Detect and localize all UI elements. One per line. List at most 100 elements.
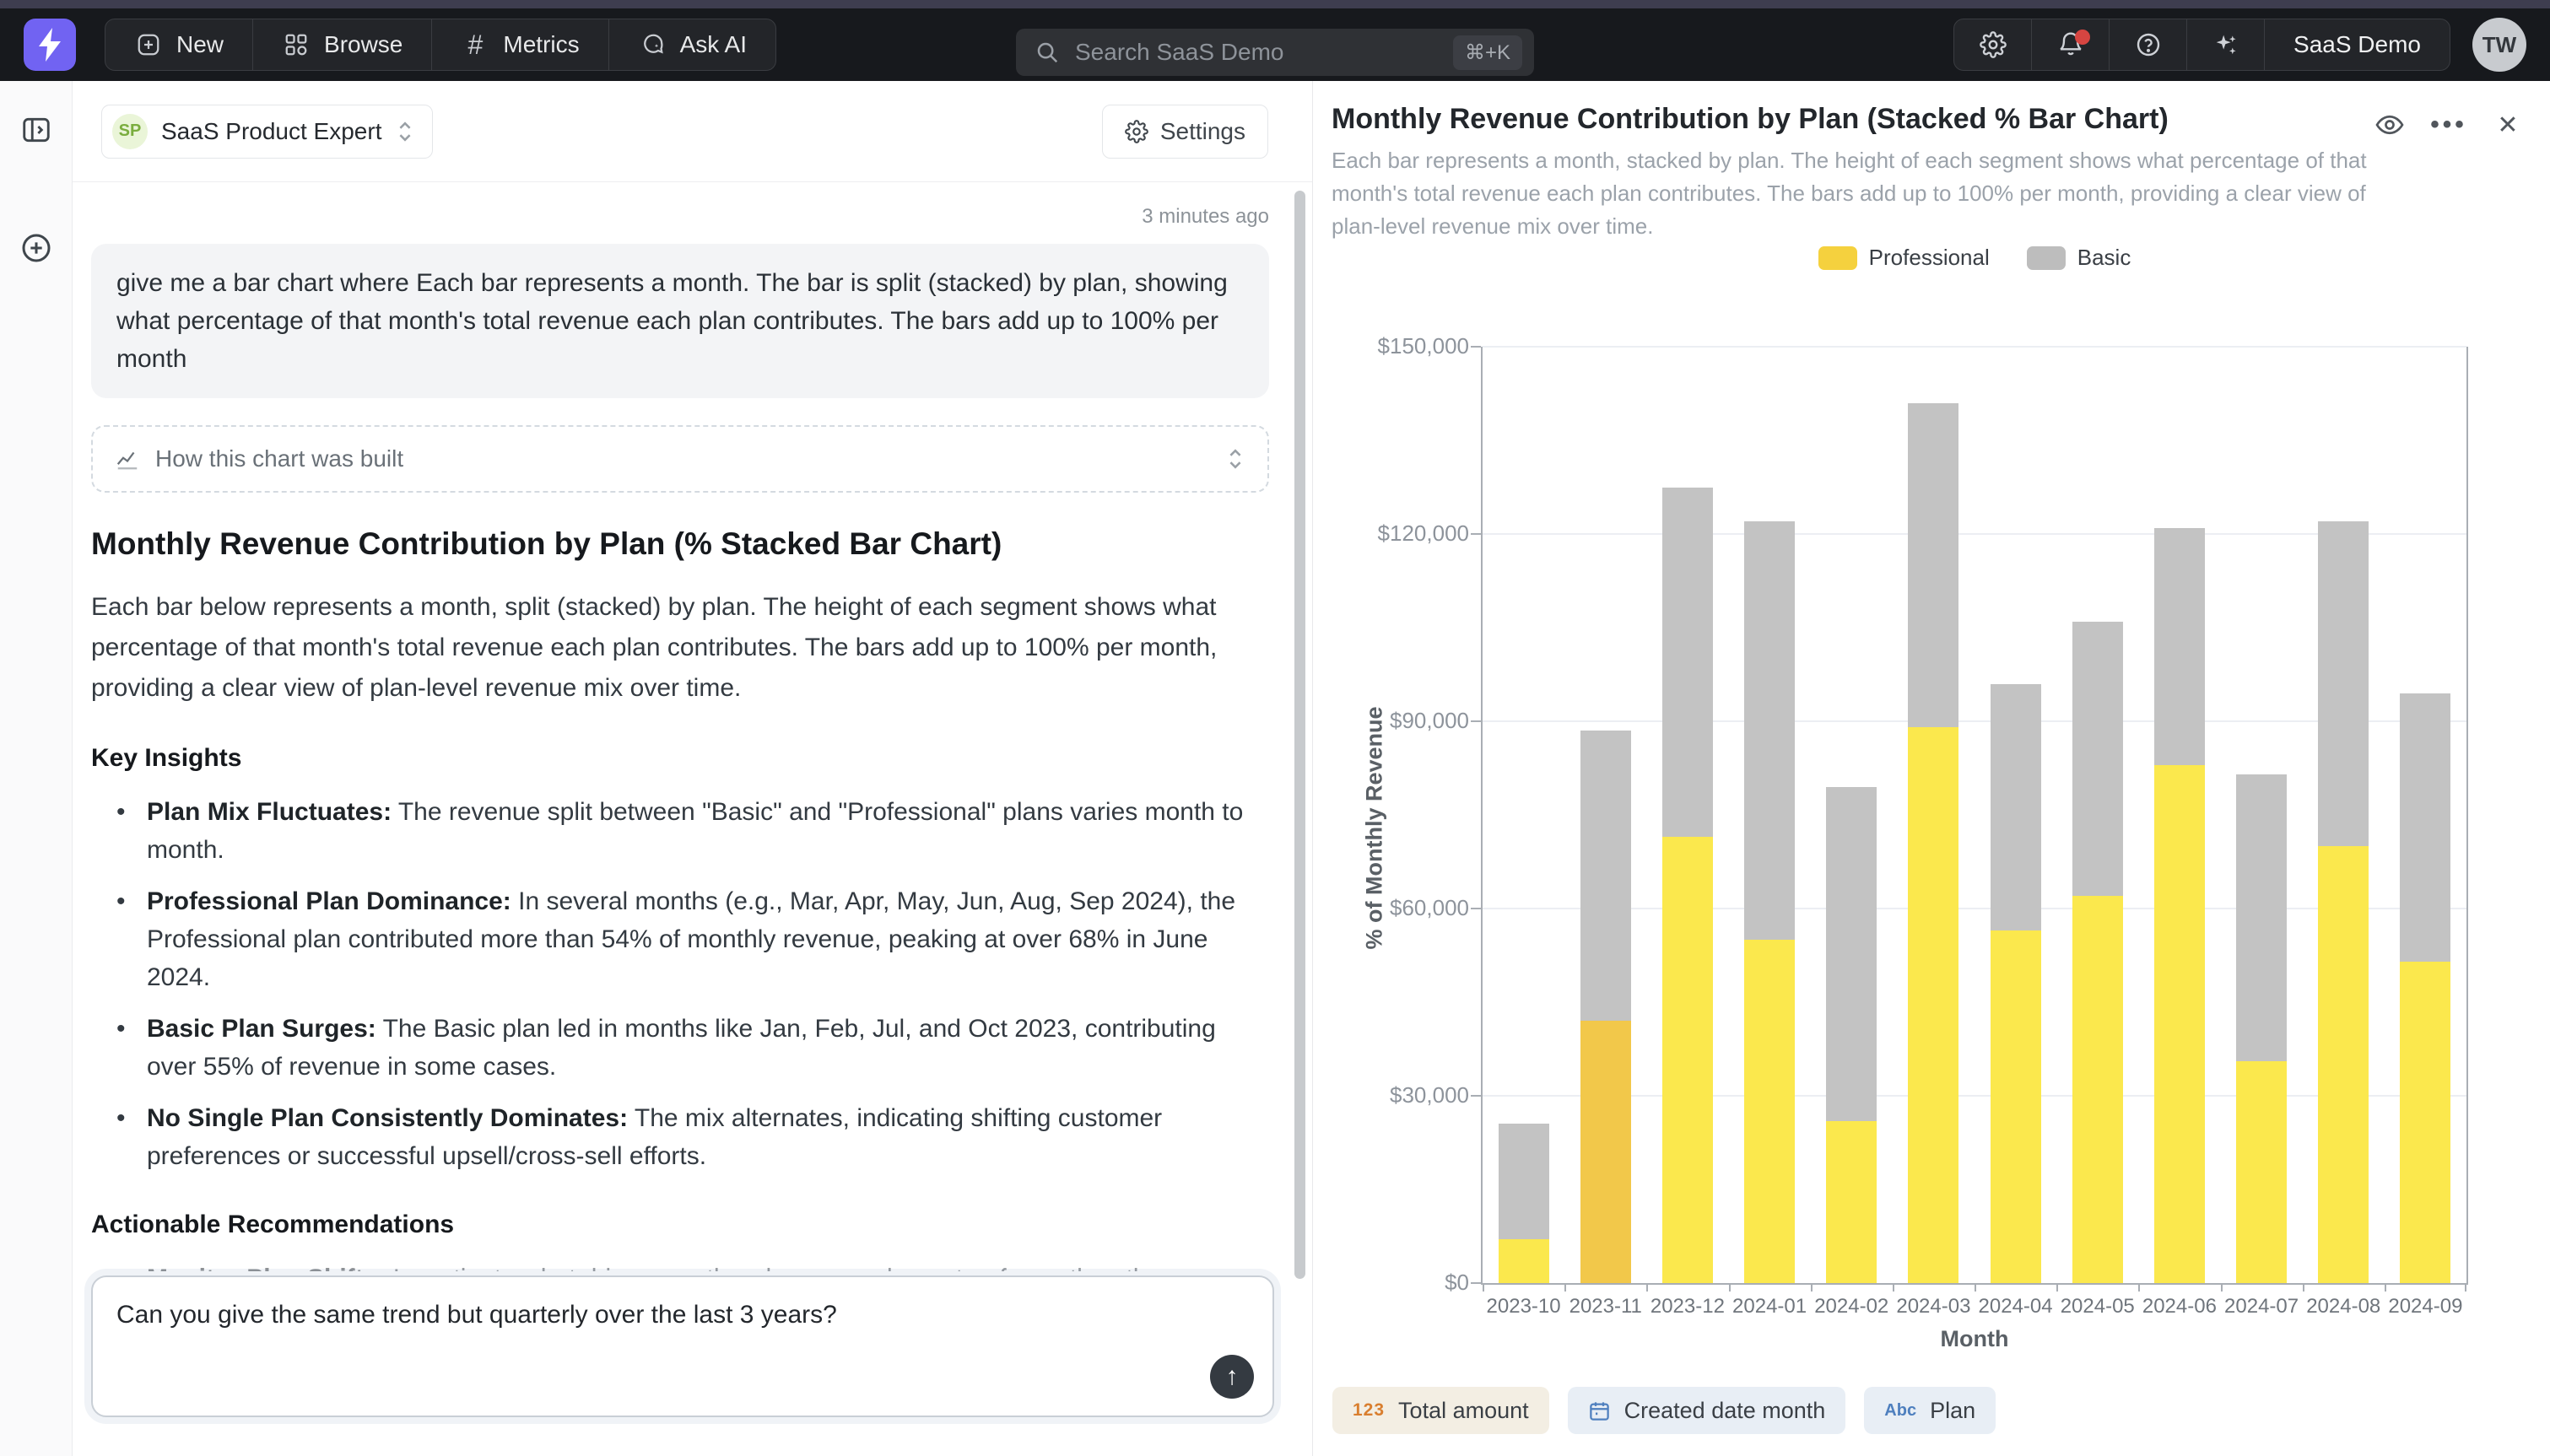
bar-segment-professional[interactable] <box>1662 837 1713 1283</box>
bar-segment-professional[interactable] <box>1908 727 1958 1283</box>
x-tick-label: 2024-02 <box>1801 1295 1902 1318</box>
insights-list: Plan Mix Fluctuates: The revenue split b… <box>91 793 1269 1175</box>
x-tick-mark <box>2303 1283 2304 1292</box>
chart-line-icon <box>115 446 140 472</box>
bar-segment-professional[interactable] <box>1499 1239 1549 1283</box>
settings-label: Settings <box>1160 118 1245 145</box>
bar-segment-basic[interactable] <box>1991 684 2041 930</box>
view-button[interactable] <box>2371 106 2408 143</box>
message-input[interactable]: Can you give the same trend but quarterl… <box>93 1277 1272 1416</box>
bar-segment-basic[interactable] <box>1826 787 1877 1121</box>
settings-gear-button[interactable] <box>1954 19 2032 70</box>
bar-segment-basic[interactable] <box>1580 731 1631 1021</box>
number-field-icon: 123 <box>1353 1400 1385 1421</box>
x-tick-mark <box>1893 1283 1894 1292</box>
agent-avatar: SP <box>112 114 148 149</box>
x-tick-mark <box>1483 1283 1484 1292</box>
field-tags: 123 Total amount Created date month Abc … <box>1332 1387 1996 1434</box>
workspace-switcher[interactable]: SaaS Demo <box>2265 19 2450 70</box>
bar-segment-basic[interactable] <box>1499 1124 1549 1239</box>
legend-label: Basic <box>2077 245 2131 271</box>
x-tick-label: 2023-11 <box>1555 1295 1656 1318</box>
bar-segment-professional[interactable] <box>1744 940 1795 1283</box>
nav-item-metrics[interactable]: # Metrics <box>432 19 608 70</box>
assistant-response: Monthly Revenue Contribution by Plan (% … <box>91 526 1269 1271</box>
sidebar-toggle-button[interactable] <box>18 111 55 148</box>
bar-segment-professional[interactable] <box>1991 930 2041 1283</box>
bar-segment-basic[interactable] <box>2400 693 2450 962</box>
help-circle-icon <box>2135 31 2162 58</box>
bar-segment-basic[interactable] <box>1662 488 1713 837</box>
nav-item-label: Ask AI <box>680 31 747 58</box>
y-tick-mark <box>1471 1282 1481 1284</box>
bar-segment-basic[interactable] <box>2318 521 2369 846</box>
global-search-input[interactable]: Search SaaS Demo ⌘+K <box>1016 29 1534 76</box>
sparkles-icon <box>2212 30 2240 59</box>
bar-segment-professional[interactable] <box>1580 1021 1631 1283</box>
legend-swatch <box>2027 246 2066 270</box>
nav-icon-group: SaaS Demo <box>1953 19 2450 71</box>
chart-actions: ••• ✕ <box>2371 106 2526 143</box>
field-tag-label: Created date month <box>1624 1398 1826 1424</box>
list-item: No Single Plan Consistently Dominates: T… <box>147 1099 1269 1175</box>
app-logo[interactable] <box>24 19 76 71</box>
bar-segment-professional[interactable] <box>2072 896 2123 1283</box>
agent-selector[interactable]: SP SaaS Product Expert <box>101 105 433 159</box>
bar-segment-professional[interactable] <box>2318 846 2369 1283</box>
send-button[interactable]: ↑ <box>1210 1355 1254 1399</box>
nav-item-ask-ai[interactable]: Ask AI <box>609 19 775 70</box>
how-chart-built-toggle[interactable]: How this chart was built <box>91 425 1269 493</box>
chat-scrollbar[interactable] <box>1294 191 1305 1279</box>
y-tick-label: $0 <box>1359 1270 1469 1296</box>
field-tag-dimension[interactable]: Abc Plan <box>1864 1387 1996 1434</box>
recommendations-heading: Actionable Recommendations <box>91 1211 1269 1239</box>
bar-segment-professional[interactable] <box>2154 765 2205 1283</box>
search-icon <box>1035 40 1060 65</box>
x-tick-mark <box>2385 1283 2386 1292</box>
bar-segment-basic[interactable] <box>1744 521 1795 940</box>
y-tick-label: $150,000 <box>1359 333 1469 359</box>
x-tick-mark <box>2138 1283 2140 1292</box>
nav-right-cluster: SaaS Demo TW <box>1953 18 2526 72</box>
y-tick-mark <box>1471 1095 1481 1097</box>
nav-item-browse[interactable]: Browse <box>253 19 432 70</box>
bar-segment-basic[interactable] <box>2154 528 2205 765</box>
legend-item[interactable]: Basic <box>2027 245 2131 271</box>
bar-segment-professional[interactable] <box>1826 1121 1877 1283</box>
x-tick-mark <box>2221 1283 2223 1292</box>
close-panel-button[interactable]: ✕ <box>2489 106 2526 143</box>
x-tick-mark <box>2056 1283 2058 1292</box>
top-nav: New Browse # Metrics Ask AI <box>0 8 2550 81</box>
nav-item-new[interactable]: New <box>105 19 253 70</box>
stacked-bar-chart: $0$30,000$60,000$90,000$120,000$150,0002… <box>1314 81 2550 1456</box>
new-thread-button[interactable] <box>18 229 55 267</box>
bar-segment-professional[interactable] <box>2400 962 2450 1283</box>
window-top-strip <box>0 0 2550 8</box>
grid-icon <box>282 30 311 59</box>
bar-segment-basic[interactable] <box>1908 403 1958 728</box>
chart-legend: Professional Basic <box>1483 245 2466 271</box>
plus-square-icon <box>134 30 163 59</box>
ai-sparkles-button[interactable] <box>2187 19 2265 70</box>
more-options-button[interactable]: ••• <box>2430 106 2467 143</box>
user-message-bubble: give me a bar chart where Each bar repre… <box>91 244 1269 398</box>
help-button[interactable] <box>2110 19 2187 70</box>
x-axis-line <box>1481 1283 2468 1285</box>
agent-settings-button[interactable]: Settings <box>1102 105 1268 159</box>
notifications-button[interactable] <box>2032 19 2110 70</box>
bar-segment-basic[interactable] <box>2072 622 2123 897</box>
x-tick-label: 2024-04 <box>1965 1295 2066 1318</box>
x-tick-label: 2024-09 <box>2374 1295 2476 1318</box>
y-axis-line <box>1481 347 1483 1285</box>
y-tick-label: $30,000 <box>1359 1082 1469 1108</box>
nav-item-label: New <box>176 31 224 58</box>
left-rail <box>0 81 73 1456</box>
legend-item[interactable]: Professional <box>1818 245 1990 271</box>
field-tag-label: Total amount <box>1398 1398 1529 1424</box>
field-tag-date[interactable]: Created date month <box>1568 1387 1846 1434</box>
field-tag-metric[interactable]: 123 Total amount <box>1332 1387 1549 1434</box>
bar-segment-professional[interactable] <box>2236 1061 2287 1283</box>
notification-badge <box>2075 30 2090 45</box>
bar-segment-basic[interactable] <box>2236 774 2287 1061</box>
user-avatar[interactable]: TW <box>2472 18 2526 72</box>
